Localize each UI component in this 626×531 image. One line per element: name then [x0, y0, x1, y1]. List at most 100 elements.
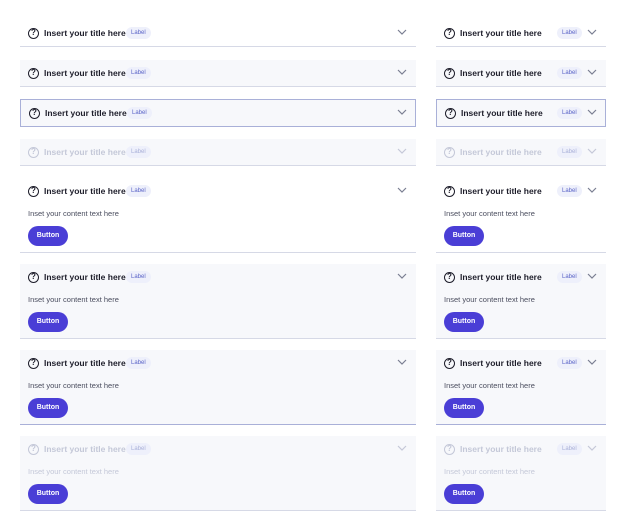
label-badge: Label	[126, 443, 151, 455]
label-badge: Label	[126, 67, 151, 79]
accordion-expanded-hover-narrow[interactable]: ? Insert your title here Label Inset you…	[436, 264, 606, 339]
label-badge: Label	[557, 67, 582, 79]
label-badge: Label	[557, 107, 582, 119]
accordion-expanded-disabled-narrow: ? Insert your title here Label Inset you…	[436, 436, 606, 511]
accordion-title: Insert your title here	[460, 444, 542, 454]
accordion-focused-wide[interactable]: ? Insert your title here Label	[20, 99, 416, 127]
accordion-content: Inset your content text here	[28, 209, 119, 218]
action-button[interactable]: Button	[444, 226, 484, 246]
question-circle-icon: ?	[444, 68, 455, 79]
accordion-expanded-disabled-wide: ? Insert your title here Label Inset you…	[20, 436, 416, 511]
accordion-header[interactable]: ? Insert your title here Label	[436, 178, 606, 204]
question-circle-icon: ?	[444, 28, 455, 39]
accordion-content: Inset your content text here	[444, 295, 535, 304]
question-circle-icon: ?	[444, 186, 455, 197]
chevron-down-icon[interactable]	[397, 68, 407, 76]
action-button[interactable]: Button	[444, 312, 484, 332]
accordion-title: Insert your title here	[460, 272, 542, 282]
question-circle-icon: ?	[28, 272, 39, 283]
chevron-down-icon[interactable]	[587, 108, 597, 116]
chevron-down-icon[interactable]	[587, 68, 597, 76]
chevron-down-icon[interactable]	[587, 186, 597, 194]
question-circle-icon: ?	[29, 108, 40, 119]
accordion-title: Insert your title here	[44, 358, 126, 368]
question-circle-icon: ?	[28, 444, 39, 455]
accordion-title: Insert your title here	[44, 147, 126, 157]
question-circle-icon: ?	[28, 68, 39, 79]
label-badge: Label	[557, 27, 582, 39]
accordion-content: Inset your content text here	[28, 381, 119, 390]
label-badge: Label	[557, 185, 582, 197]
accordion-header[interactable]: ? Insert your title here Label	[20, 178, 416, 204]
accordion-title: Insert your title here	[44, 28, 126, 38]
action-button[interactable]: Button	[28, 484, 68, 504]
action-button[interactable]: Button	[28, 398, 68, 418]
accordion-header[interactable]: ? Insert your title here Label	[21, 100, 415, 126]
chevron-down-icon[interactable]	[587, 272, 597, 280]
accordion-disabled-wide: ? Insert your title here Label	[20, 139, 416, 166]
chevron-down-icon[interactable]	[397, 28, 407, 36]
accordion-content: Inset your content text here	[444, 467, 535, 476]
accordion-title: Insert your title here	[44, 272, 126, 282]
accordion-title: Insert your title here	[44, 186, 126, 196]
accordion-hover-narrow[interactable]: ? Insert your title here Label	[436, 60, 606, 87]
accordion-header[interactable]: ? Insert your title here Label	[437, 100, 605, 126]
question-circle-icon: ?	[444, 358, 455, 369]
accordion-expanded-pressed-wide[interactable]: ? Insert your title here Label Inset you…	[20, 350, 416, 425]
label-badge: Label	[127, 107, 152, 119]
accordion-hover-wide[interactable]: ? Insert your title here Label	[20, 60, 416, 87]
question-circle-icon: ?	[28, 147, 39, 158]
chevron-down-icon[interactable]	[397, 272, 407, 280]
accordion-expanded-default-wide[interactable]: ? Insert your title here Label Inset you…	[20, 178, 416, 253]
chevron-down-icon	[587, 444, 597, 452]
accordion-title: Insert your title here	[460, 28, 542, 38]
chevron-down-icon	[397, 444, 407, 452]
label-badge: Label	[126, 27, 151, 39]
accordion-content: Inset your content text here	[28, 467, 119, 476]
label-badge: Label	[126, 146, 151, 158]
accordion-title: Insert your title here	[45, 108, 127, 118]
accordion-header[interactable]: ? Insert your title here Label	[436, 350, 606, 376]
accordion-expanded-pressed-narrow[interactable]: ? Insert your title here Label Inset you…	[436, 350, 606, 425]
question-circle-icon: ?	[28, 28, 39, 39]
accordion-title: Insert your title here	[460, 147, 542, 157]
action-button[interactable]: Button	[28, 226, 68, 246]
accordion-header[interactable]: ? Insert your title here Label	[436, 264, 606, 290]
question-circle-icon: ?	[444, 444, 455, 455]
accordion-header[interactable]: ? Insert your title here Label	[436, 60, 606, 86]
label-badge: Label	[557, 443, 582, 455]
accordion-header[interactable]: ? Insert your title here Label	[20, 60, 416, 86]
accordion-content: Inset your content text here	[28, 295, 119, 304]
chevron-down-icon[interactable]	[587, 358, 597, 366]
accordion-title: Insert your title here	[44, 444, 126, 454]
chevron-down-icon[interactable]	[397, 108, 407, 116]
accordion-expanded-hover-wide[interactable]: ? Insert your title here Label Inset you…	[20, 264, 416, 339]
accordion-disabled-narrow: ? Insert your title here Label	[436, 139, 606, 166]
accordion-header: ? Insert your title here Label	[20, 139, 416, 165]
action-button[interactable]: Button	[444, 398, 484, 418]
accordion-default-narrow[interactable]: ? Insert your title here Label	[436, 20, 606, 47]
question-circle-icon: ?	[444, 272, 455, 283]
chevron-down-icon[interactable]	[397, 358, 407, 366]
accordion-focused-narrow[interactable]: ? Insert your title here Label	[436, 99, 606, 127]
label-badge: Label	[126, 357, 151, 369]
question-circle-icon: ?	[444, 147, 455, 158]
accordion-header: ? Insert your title here Label	[436, 139, 606, 165]
accordion-default-wide[interactable]: ? Insert your title here Label	[20, 20, 416, 47]
accordion-header: ? Insert your title here Label	[20, 436, 416, 462]
accordion-header[interactable]: ? Insert your title here Label	[20, 264, 416, 290]
accordion-header[interactable]: ? Insert your title here Label	[436, 20, 606, 46]
accordion-title: Insert your title here	[460, 358, 542, 368]
accordion-header[interactable]: ? Insert your title here Label	[20, 350, 416, 376]
accordion-expanded-default-narrow[interactable]: ? Insert your title here Label Inset you…	[436, 178, 606, 253]
action-button[interactable]: Button	[444, 484, 484, 504]
question-circle-icon: ?	[445, 108, 456, 119]
chevron-down-icon	[397, 147, 407, 155]
accordion-title: Insert your title here	[44, 68, 126, 78]
chevron-down-icon[interactable]	[397, 186, 407, 194]
action-button[interactable]: Button	[28, 312, 68, 332]
chevron-down-icon[interactable]	[587, 28, 597, 36]
question-circle-icon: ?	[28, 358, 39, 369]
label-badge: Label	[557, 146, 582, 158]
accordion-header[interactable]: ? Insert your title here Label	[20, 20, 416, 46]
